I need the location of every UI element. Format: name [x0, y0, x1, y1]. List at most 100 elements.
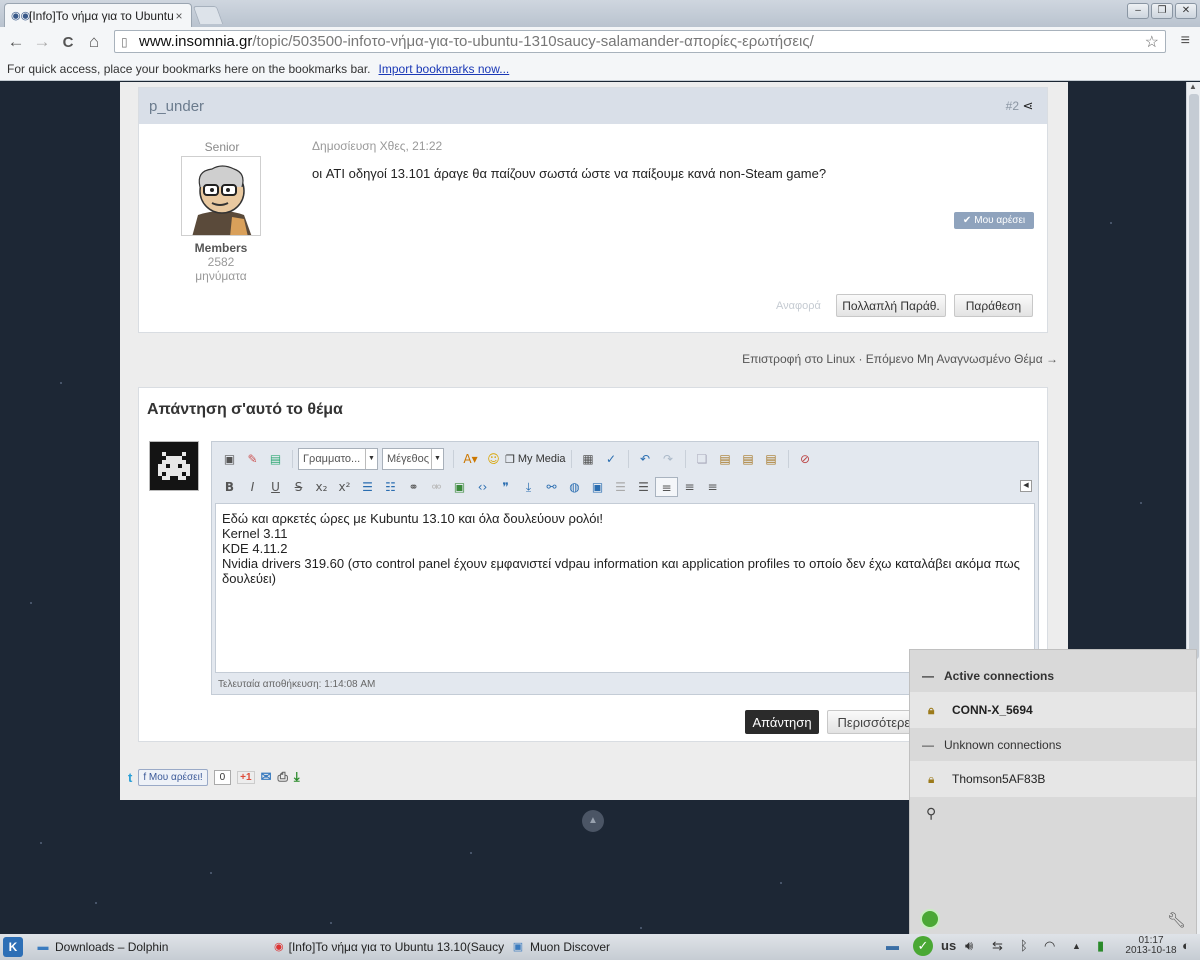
link-icon[interactable]: ⚭ — [402, 477, 425, 497]
window-minimize-button[interactable]: – — [1127, 3, 1149, 19]
usb-icon[interactable]: ⇆ — [992, 938, 1003, 954]
avatar[interactable] — [181, 156, 261, 236]
kde-menu-icon[interactable]: K — [3, 937, 23, 957]
remove-format-icon[interactable]: ⊘ — [794, 449, 817, 469]
volume-icon[interactable]: 🔊︎ — [965, 938, 973, 954]
download-icon[interactable]: ⤓ — [294, 769, 300, 785]
italic-icon[interactable]: I — [241, 477, 264, 497]
paste-icon[interactable]: ▤ — [714, 449, 737, 469]
network-tray-icon[interactable]: ✓ — [913, 936, 933, 956]
window-close-button[interactable]: ✕ — [1175, 3, 1197, 19]
like-button[interactable]: ✔ Μου αρέσει — [954, 212, 1034, 229]
quote-button[interactable]: Παράθεση — [954, 294, 1033, 317]
facebook-like-button[interactable]: f Μου αρέσει! — [138, 768, 208, 786]
window-maximize-button[interactable]: ❐ — [1151, 3, 1173, 19]
new-tab-button[interactable] — [192, 6, 224, 24]
upload-icon[interactable]: ⤓ — [517, 477, 540, 497]
multiquote-button[interactable]: Πολλαπλή Παράθ. — [836, 294, 946, 317]
monitor-icon[interactable]: ▬ — [886, 938, 899, 953]
subscript-icon[interactable]: x₂ — [310, 477, 333, 497]
email-icon[interactable]: ✉ — [261, 769, 272, 785]
code-icon[interactable]: ‹› — [471, 477, 494, 497]
topic-navigation[interactable]: Επιστροφή στο Linux · Επόμενο Μη Αναγνωσ… — [742, 352, 1058, 366]
table-icon[interactable]: ▦ — [577, 449, 600, 469]
post-number[interactable]: #2 — [1006, 99, 1019, 113]
globe-icon[interactable]: ◍ — [563, 477, 586, 497]
task-browser[interactable]: ◉ [Info]Το νήμα για το Ubuntu 13.10(Sauc… — [274, 938, 504, 956]
superscript-icon[interactable]: x² — [333, 477, 356, 497]
indent-icon[interactable]: ☰ — [632, 477, 655, 497]
connection-item[interactable]: 🔒︎ CONN-X_5694 — [910, 692, 1196, 728]
network-status-icon[interactable] — [920, 909, 940, 929]
bold-icon[interactable]: B — [218, 477, 241, 497]
report-link[interactable]: Αναφορά — [776, 300, 821, 312]
tray-expand-icon[interactable]: ▲ — [1072, 941, 1081, 951]
browser-menu-icon[interactable]: ≡ — [1181, 32, 1190, 50]
active-connections-header[interactable]: — Active connections — [910, 661, 1196, 691]
check-icon: ✔ — [962, 215, 972, 226]
paste-word-icon[interactable]: ▤ — [760, 449, 783, 469]
align-right-icon[interactable]: ≡ — [701, 477, 724, 497]
emoticon-icon[interactable]: ☺ — [482, 449, 505, 469]
task-dolphin[interactable]: ▬ Downloads – Dolphin — [36, 938, 266, 956]
chrome-icon: ◉ — [274, 941, 284, 953]
spoiler-icon[interactable]: ▣ — [586, 477, 609, 497]
scroll-to-top-button[interactable]: ▲ — [582, 810, 604, 832]
back-icon[interactable]: ← — [3, 32, 29, 52]
editor-textarea[interactable]: Εδώ και αρκετές ώρες με Kubuntu 13.10 κα… — [215, 503, 1035, 673]
scrollbar-thumb[interactable] — [1189, 94, 1199, 659]
undo-icon[interactable]: ↶ — [634, 449, 657, 469]
source-icon[interactable]: ▣ — [218, 449, 241, 469]
clock[interactable]: 01:17 2013-10-18 — [1124, 936, 1178, 956]
forward-icon[interactable]: → — [29, 32, 55, 52]
keyboard-layout[interactable]: us — [941, 938, 956, 953]
import-bookmarks-link[interactable]: Import bookmarks now... — [379, 62, 510, 76]
hyperlink-icon[interactable]: ⚯ — [540, 477, 563, 497]
paste-text-icon[interactable]: ▤ — [737, 449, 760, 469]
size-select[interactable]: Μέγεθος ▼ — [382, 448, 444, 470]
post-author[interactable]: p_under — [149, 98, 1006, 115]
google-plus-button[interactable]: +1 — [237, 770, 255, 784]
connection-name: CONN-X_5694 — [952, 703, 1033, 717]
connection-item[interactable]: 🔒︎ Thomson5AF83B — [910, 761, 1196, 797]
text-color-icon[interactable]: A▾ — [459, 449, 482, 469]
unknown-connections-header[interactable]: — Unknown connections — [910, 730, 1196, 760]
twitter-icon[interactable]: t — [128, 770, 132, 785]
wrench-icon[interactable]: 🔧︎ — [1167, 911, 1186, 929]
strikethrough-icon[interactable]: S — [287, 477, 310, 497]
underline-icon[interactable]: U — [264, 477, 287, 497]
numbered-list-icon[interactable]: ☷ — [379, 477, 402, 497]
share-icon[interactable]: ⋖ — [1019, 98, 1037, 114]
desktop-toggle-icon[interactable]: ◐ — [1182, 938, 1190, 953]
address-bar[interactable]: ▯ www.insomnia.gr/topic/503500-infoτο-νή… — [114, 30, 1166, 53]
template-icon[interactable]: ▤ — [264, 449, 287, 469]
eraser-icon[interactable]: ✎ — [241, 449, 264, 469]
spellcheck-icon[interactable]: ✓ — [600, 449, 623, 469]
plug-icon[interactable]: ⚲ — [926, 805, 936, 822]
unlink-icon[interactable]: ⚮ — [425, 477, 448, 497]
image-icon[interactable]: ▣ — [448, 477, 471, 497]
font-select[interactable]: Γραμματο... ▼ — [298, 448, 378, 470]
bullet-list-icon[interactable]: ☰ — [356, 477, 379, 497]
cut-icon[interactable]: ❏ — [691, 449, 714, 469]
bookmark-star-icon[interactable]: ☆ — [1145, 32, 1159, 52]
home-icon[interactable]: ⌂ — [81, 32, 107, 52]
align-center-icon[interactable]: ≡ — [678, 477, 701, 497]
wifi-icon[interactable]: ◠ — [1044, 938, 1055, 954]
collapse-toolbar-icon[interactable]: ◀ — [1020, 480, 1032, 492]
task-muon[interactable]: ▣ Muon Discover — [511, 938, 711, 956]
reload-icon[interactable]: C — [55, 34, 81, 51]
scroll-up-icon[interactable]: ▲ — [1189, 82, 1197, 91]
tab-close-icon[interactable]: × — [173, 9, 185, 23]
outdent-icon[interactable]: ☰ — [609, 477, 632, 497]
cpu-monitor-icon[interactable]: ▮ — [1097, 938, 1104, 954]
redo-icon[interactable]: ↷ — [657, 449, 680, 469]
align-left-icon[interactable]: ≡ — [655, 477, 678, 497]
my-media-button[interactable]: ❐ My Media — [505, 453, 566, 466]
print-icon[interactable]: ⎙ — [277, 769, 287, 785]
quote-icon[interactable]: ❞ — [494, 477, 517, 497]
bluetooth-icon[interactable]: ᛒ — [1020, 938, 1028, 953]
submit-reply-button[interactable]: Απάντηση — [745, 710, 819, 734]
fb-like-label: Μου αρέσει! — [148, 771, 203, 783]
tab-active[interactable]: ◉◉ [Info]Το νήμα για το Ubuntu × — [4, 3, 192, 27]
